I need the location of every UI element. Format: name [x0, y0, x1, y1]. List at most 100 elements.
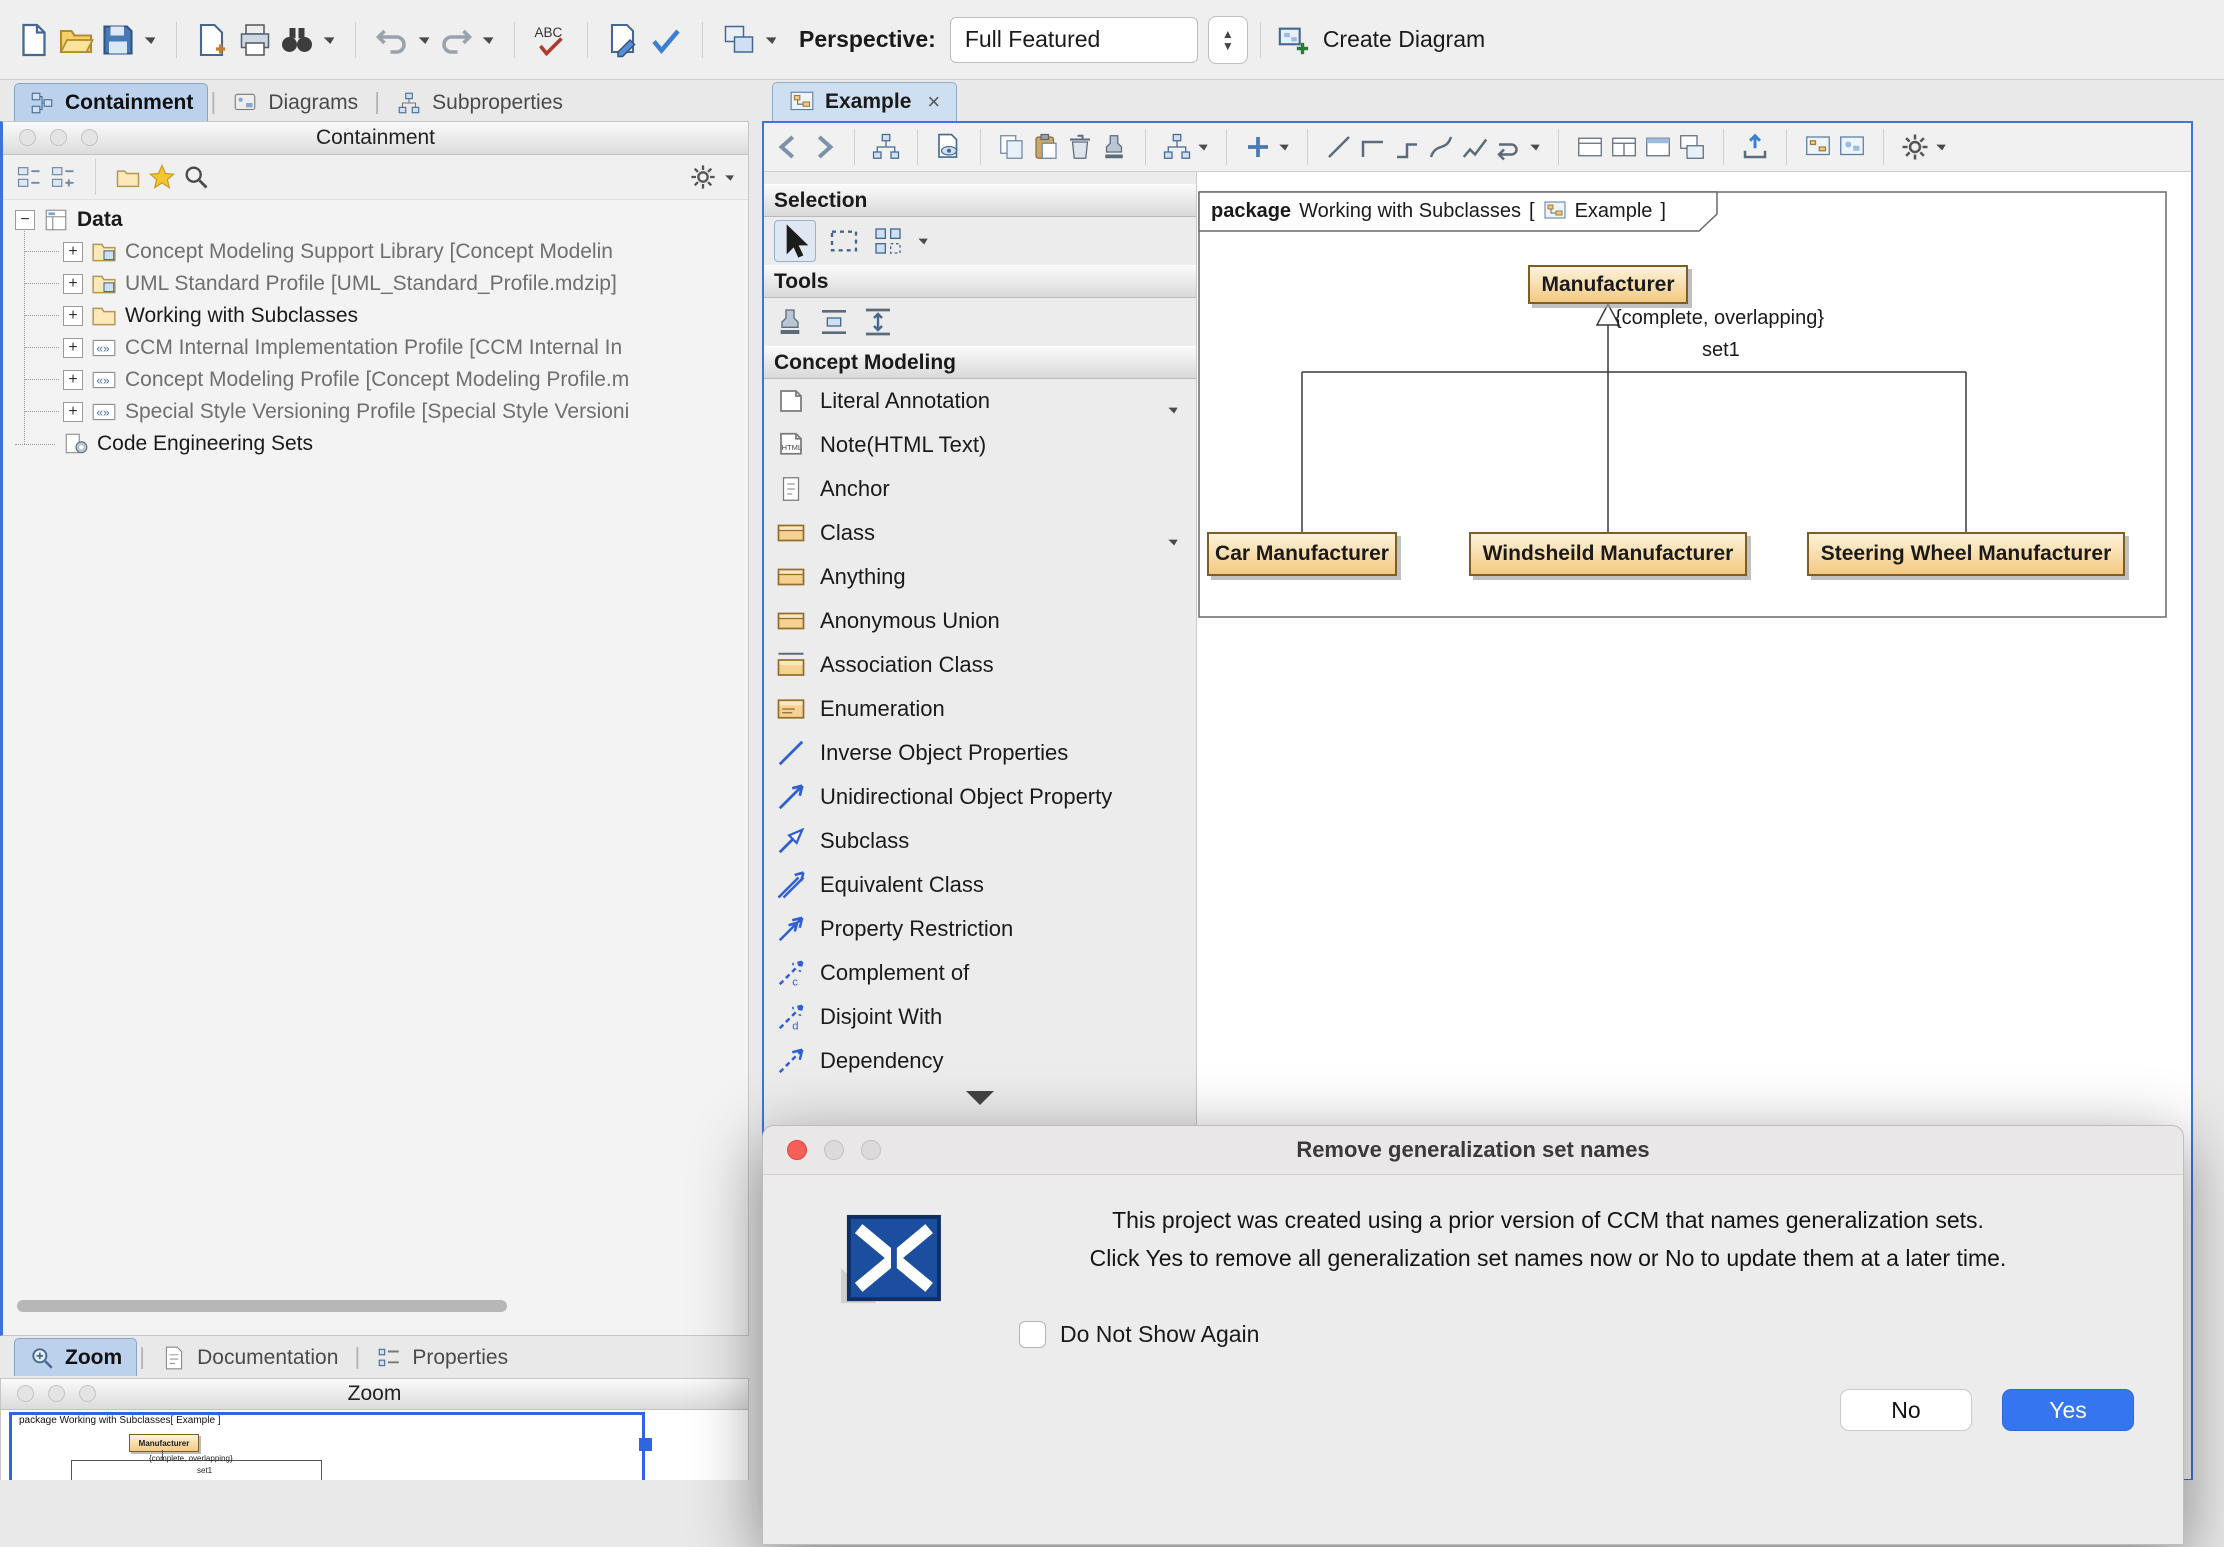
tab-zoom[interactable]: Zoom — [14, 1338, 137, 1376]
tab-example[interactable]: Example × — [772, 82, 957, 121]
line-curve-icon[interactable] — [1426, 132, 1456, 162]
palette-item-class[interactable]: Class — [764, 511, 1196, 555]
tab-diagrams[interactable]: Diagrams — [218, 84, 372, 121]
tree-item[interactable]: +UML Standard Profile [UML_Standard_Prof… — [3, 268, 748, 300]
caret-icon[interactable] — [1166, 403, 1180, 417]
caret-icon[interactable] — [142, 32, 158, 48]
caret-icon[interactable] — [1528, 140, 1542, 154]
panel-dot[interactable] — [50, 129, 67, 146]
plus-icon[interactable] — [1243, 132, 1273, 162]
panel-dot[interactable] — [19, 129, 36, 146]
tab-close-icon[interactable]: × — [927, 89, 940, 115]
doc-eye-icon[interactable] — [934, 132, 964, 162]
tab-subproperties[interactable]: Subproperties — [382, 84, 577, 121]
perspective-select[interactable]: Full Featured — [950, 17, 1198, 63]
copy-diagram-icon[interactable] — [721, 22, 757, 58]
copy-icon[interactable] — [997, 132, 1027, 162]
caret-icon[interactable] — [1277, 140, 1291, 154]
scrollbar-thumb[interactable] — [17, 1300, 507, 1312]
view-d-icon[interactable] — [1677, 132, 1707, 162]
view-b-icon[interactable] — [1609, 132, 1639, 162]
stamp-icon[interactable] — [1099, 132, 1129, 162]
horizontal-scrollbar[interactable] — [11, 1298, 741, 1314]
line-step-icon[interactable] — [1392, 132, 1422, 162]
perspective-stepper[interactable]: ▲▼ — [1208, 16, 1248, 64]
new-doc-icon[interactable] — [16, 22, 52, 58]
tab-properties[interactable]: Properties — [362, 1339, 522, 1376]
palette-item-anything[interactable]: Anything — [764, 555, 1196, 599]
tree-item[interactable]: +«»Special Style Versioning Profile [Spe… — [3, 396, 748, 428]
generalization-set-label[interactable]: set1 — [1702, 339, 1740, 362]
yes-button[interactable]: Yes — [2002, 1389, 2134, 1431]
create-diagram-button[interactable]: Create Diagram — [1277, 23, 1485, 57]
expand-box[interactable]: + — [63, 306, 83, 326]
caret-icon[interactable] — [1196, 140, 1210, 154]
forward-icon[interactable] — [808, 132, 838, 162]
tree-item[interactable]: Code Engineering Sets — [3, 428, 748, 460]
expand-box[interactable]: + — [63, 242, 83, 262]
caret-icon[interactable] — [1166, 535, 1180, 549]
delete-icon[interactable] — [1065, 132, 1095, 162]
caret-icon[interactable] — [480, 32, 496, 48]
line-zigzag-icon[interactable] — [1460, 132, 1490, 162]
zoom-viewport-handle[interactable] — [639, 1438, 652, 1451]
palette-item-equivalent-class[interactable]: Equivalent Class — [764, 863, 1196, 907]
print-icon[interactable] — [237, 22, 273, 58]
doc-plus-icon[interactable] — [195, 22, 231, 58]
class-windsheild-manufacturer[interactable]: Windsheild Manufacturer — [1469, 532, 1747, 576]
palette-scroll-down-icon[interactable] — [966, 1091, 994, 1105]
palette-item-complement-of[interactable]: cComplement of — [764, 951, 1196, 995]
distribute-icon[interactable] — [818, 306, 850, 338]
view-c-icon[interactable] — [1643, 132, 1673, 162]
class-car-manufacturer[interactable]: Car Manufacturer — [1207, 532, 1397, 576]
palette-item-anonymous-union[interactable]: Anonymous Union — [764, 599, 1196, 643]
palette-item-disjoint-with[interactable]: dDisjoint With — [764, 995, 1196, 1039]
maximize-window-icon[interactable] — [861, 1140, 881, 1160]
palette-item-enumeration[interactable]: Enumeration — [764, 687, 1196, 731]
palette-item-literal-annotation[interactable]: Literal Annotation — [764, 379, 1196, 423]
caret-icon[interactable] — [321, 32, 337, 48]
view-a-icon[interactable] — [1575, 132, 1605, 162]
palette-item-anchor[interactable]: Anchor — [764, 467, 1196, 511]
tab-documentation[interactable]: Documentation — [147, 1339, 352, 1376]
palette-item-association-class[interactable]: Association Class — [764, 643, 1196, 687]
no-button[interactable]: No — [1840, 1389, 1972, 1431]
caret-icon[interactable] — [763, 32, 779, 48]
palette-item-note-html-text-[interactable]: HTMLNote(HTML Text) — [764, 423, 1196, 467]
class-steering-wheel-manufacturer[interactable]: Steering Wheel Manufacturer — [1807, 532, 2125, 576]
layout-icon[interactable] — [1162, 132, 1192, 162]
collapse-tree-icon[interactable] — [15, 163, 43, 191]
tree-item[interactable]: −Data — [3, 204, 748, 236]
collapse-box[interactable]: − — [15, 210, 35, 230]
caret-icon[interactable] — [1934, 140, 1948, 154]
open-folder-icon[interactable] — [58, 22, 94, 58]
expand-box[interactable]: + — [63, 370, 83, 390]
paste-icon[interactable] — [1031, 132, 1061, 162]
marquee-icon[interactable] — [828, 225, 860, 257]
publish-icon[interactable] — [1740, 132, 1770, 162]
panel-dot[interactable] — [79, 1385, 96, 1402]
open-in-icon[interactable] — [114, 163, 142, 191]
mini-b-icon[interactable] — [1837, 132, 1867, 162]
palette-item-subclass[interactable]: Subclass — [764, 819, 1196, 863]
panel-dot[interactable] — [81, 129, 98, 146]
tree-item[interactable]: +«»CCM Internal Implementation Profile [… — [3, 332, 748, 364]
palette-item-dependency[interactable]: Dependency — [764, 1039, 1196, 1083]
line-corner-icon[interactable] — [1358, 132, 1388, 162]
cursor-icon[interactable] — [774, 220, 816, 262]
close-window-icon[interactable] — [787, 1140, 807, 1160]
multi-select-icon[interactable] — [872, 225, 904, 257]
reroute-icon[interactable] — [1494, 132, 1524, 162]
confirm-icon[interactable] — [648, 22, 684, 58]
undo-icon[interactable] — [374, 22, 410, 58]
tree-item[interactable]: +Concept Modeling Support Library [Conce… — [3, 236, 748, 268]
tab-containment[interactable]: Containment — [14, 83, 208, 121]
palette-item-inverse-object-properties[interactable]: Inverse Object Properties — [764, 731, 1196, 775]
palette-item-property-restriction[interactable]: Property Restriction — [764, 907, 1196, 951]
zoom-viewport-rect[interactable] — [9, 1412, 645, 1480]
layout-tree-icon[interactable] — [871, 132, 901, 162]
redo-icon[interactable] — [438, 22, 474, 58]
star-icon[interactable] — [148, 163, 176, 191]
mini-a-icon[interactable] — [1803, 132, 1833, 162]
validate-icon[interactable] — [606, 22, 642, 58]
